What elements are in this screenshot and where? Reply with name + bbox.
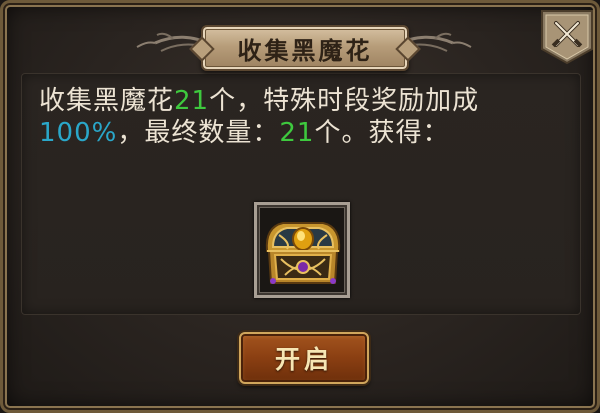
title-plate: 收集黑魔花 — [201, 25, 409, 71]
open-button-label: 开启 — [274, 345, 333, 374]
crossed-swords-close-icon — [541, 10, 593, 65]
bonus-percent: 100% — [39, 118, 118, 148]
collected-count: 21 — [174, 86, 210, 116]
reward-dialog: 收集黑魔花 收集黑魔花21个，特殊时段奖励加成 100%，最终数量：21个。获得： — [0, 0, 600, 413]
message-text-2: 个，特殊时段奖励加成 — [209, 86, 480, 116]
reward-message: 收集黑魔花21个，特殊时段奖励加成 100%，最终数量：21个。获得： — [39, 85, 579, 149]
open-button[interactable]: 开启 — [239, 332, 369, 384]
treasure-chest-icon — [265, 222, 341, 284]
message-text-3: ，最终数量： — [117, 118, 280, 148]
message-text-1: 收集黑魔花 — [39, 86, 175, 116]
close-button[interactable] — [540, 9, 594, 65]
message-text-4: 个。获得： — [314, 118, 450, 148]
dialog-title: 收集黑魔花 — [237, 36, 373, 65]
final-count: 21 — [279, 118, 315, 148]
reward-item-slot[interactable] — [254, 202, 350, 298]
